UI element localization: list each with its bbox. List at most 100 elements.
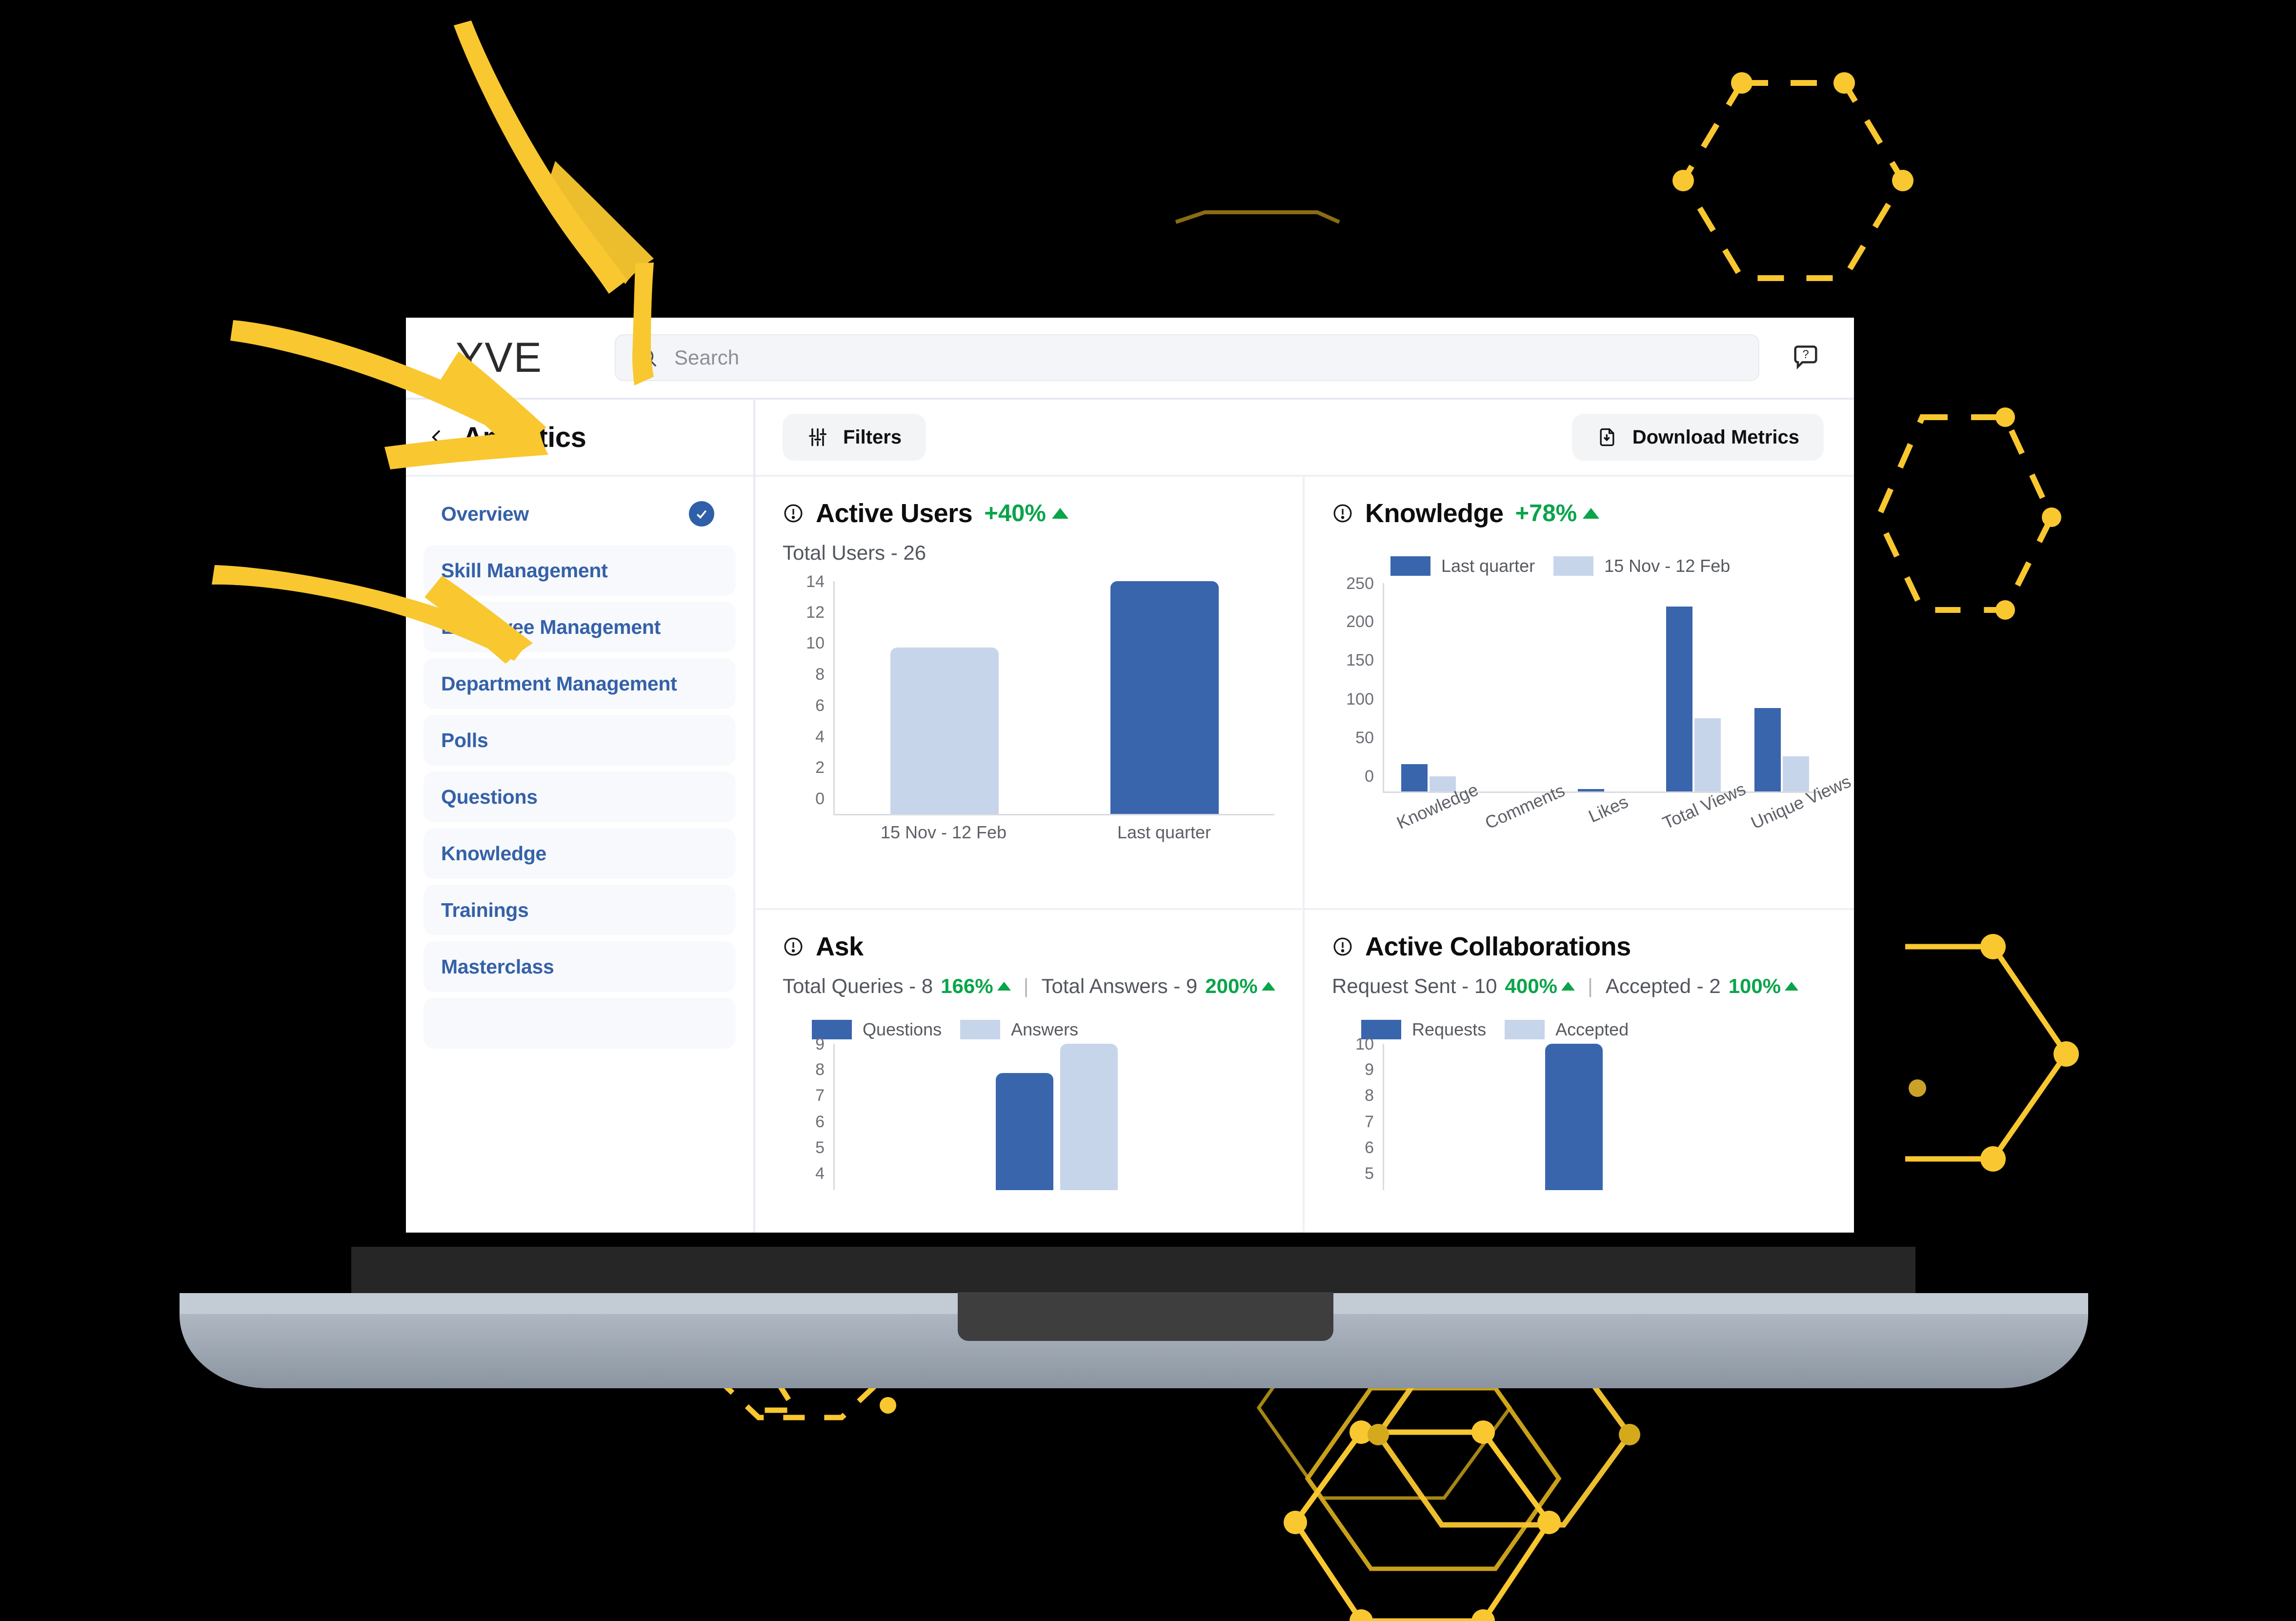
help-chat-icon: ? (1794, 345, 1817, 370)
bar-series (1384, 1044, 1826, 1190)
file-download-icon (1600, 428, 1614, 446)
status-badge: +40% (984, 500, 1068, 527)
stat-accepted-label: Accepted - 2 (1605, 974, 1721, 997)
chevron-left-icon[interactable] (427, 427, 447, 447)
y-axis: 14 12 10 8 6 4 2 0 (783, 573, 825, 815)
sidebar-item-label: Knowledge (441, 842, 546, 865)
content-toolbar: Filters Download Metrics (755, 400, 1854, 477)
delta-value: +40% (984, 500, 1046, 527)
panel-title: Active Collaborations (1365, 932, 1631, 961)
search-icon (638, 348, 657, 367)
analytics-app: YVE Search ? Analytics Overview Skill Ma… (406, 318, 1854, 1233)
sidebar-item-label: Department Management (441, 672, 677, 695)
bar (1782, 756, 1809, 791)
brand-logo[interactable]: YVE (406, 337, 587, 379)
legend-label: 15 Nov - 12 Feb (1604, 556, 1731, 576)
laptop-screen: YVE Search ? Analytics Overview Skill Ma… (406, 318, 1854, 1233)
panel-active-collaborations: Active Collaborations Request Sent - 10 … (1305, 910, 1854, 1233)
legend-label: Requests (1412, 1019, 1487, 1039)
bar (996, 1073, 1053, 1190)
y-axis-tick: 9 (1365, 1060, 1374, 1079)
y-axis-tick: 4 (815, 727, 825, 746)
legend-swatch (1505, 1020, 1545, 1039)
sidebar-item-partial[interactable] (423, 998, 736, 1049)
plot-area (833, 1044, 1274, 1190)
chart-knowledge: 250 200 150 100 50 0 Knowledge Comments Likes To… (1332, 575, 1854, 833)
legend-item: Requests (1361, 1019, 1486, 1040)
panel-subtitle: Total Users - 26 (783, 541, 1277, 565)
search-placeholder: Search (674, 346, 740, 369)
plot-area (833, 581, 1274, 815)
bar-group (1401, 583, 1456, 791)
bar (1754, 708, 1781, 791)
sidebar-item-department-management[interactable]: Department Management (423, 658, 736, 709)
sidebar-item-trainings[interactable]: Trainings (423, 885, 736, 935)
laptop-trackpad-notch (958, 1292, 1333, 1341)
sidebar-header: Analytics (406, 400, 753, 477)
svg-text:?: ? (1802, 348, 1809, 361)
main-content: Filters Download Metrics Active Users +4… (755, 400, 1854, 1233)
sidebar-item-overview[interactable]: Overview (423, 488, 736, 539)
sidebar-item-employee-management[interactable]: Employee Management (423, 602, 736, 652)
sidebar-item-masterclass[interactable]: Masterclass (423, 941, 736, 992)
bar-series (1384, 583, 1826, 791)
page-title: Analytics (463, 421, 586, 453)
sidebar-item-knowledge[interactable]: Knowledge (423, 828, 736, 879)
y-axis-tick: 9 (815, 1035, 825, 1054)
check-circle-icon (689, 501, 714, 527)
arrow-up-icon (1583, 508, 1600, 519)
sidebar-item-skill-management[interactable]: Skill Management (423, 545, 736, 596)
stat-divider: | (1023, 974, 1029, 997)
filters-button[interactable]: Filters (783, 414, 926, 461)
bar-group (1577, 583, 1632, 791)
legend-item: Answers (960, 1019, 1078, 1040)
legend-item: Last quarter (1390, 556, 1535, 576)
y-axis: 10 9 8 7 6 5 (1332, 1036, 1374, 1190)
panel-active-users: Active Users +40% Total Users - 26 14 12… (755, 477, 1305, 910)
y-axis-tick: 6 (1365, 1138, 1374, 1157)
y-axis-tick: 2 (815, 758, 825, 777)
sidebar-nav: Overview Skill Management Employee Manag… (406, 477, 753, 1049)
help-button[interactable]: ? (1787, 339, 1825, 377)
panel-title: Active Users (816, 499, 973, 528)
bar-group (1490, 583, 1544, 791)
y-axis-tick: 12 (806, 603, 825, 622)
search-input[interactable]: Search (615, 334, 1759, 381)
sidebar-item-questions[interactable]: Questions (423, 771, 736, 822)
y-axis: 9 8 7 6 5 4 (783, 1036, 825, 1190)
panel-title: Knowledge (1365, 499, 1504, 528)
panel-stats: Total Queries - 8 166% | Total Answers -… (783, 974, 1277, 998)
y-axis-tick: 10 (1355, 1035, 1374, 1054)
total-users-text: Total Users - 26 (783, 541, 926, 564)
y-axis-tick: 10 (806, 634, 825, 653)
y-axis-tick: 7 (815, 1086, 825, 1105)
y-axis-tick: 6 (815, 696, 825, 715)
bar-group (1666, 583, 1721, 791)
legend-swatch (960, 1020, 1001, 1039)
y-axis-tick: 14 (806, 572, 825, 591)
legend-label: Answers (1011, 1019, 1079, 1039)
panel-ask: Ask Total Queries - 8 166% | Total Answe… (755, 910, 1305, 1233)
stat-queries-pct: 166% (941, 974, 1011, 998)
bar-group (996, 1044, 1118, 1190)
y-axis-tick: 150 (1346, 651, 1374, 670)
legend-swatch (1553, 556, 1594, 576)
filters-label: Filters (843, 426, 902, 448)
y-axis-tick: 8 (815, 1060, 825, 1079)
arrow-up-icon (1785, 982, 1799, 991)
y-axis-tick: 0 (815, 789, 825, 808)
bar (1694, 718, 1721, 791)
panel-title: Ask (816, 932, 864, 961)
stat-requests-pct: 400% (1505, 974, 1575, 998)
chart-legend: Last quarter 15 Nov - 12 Feb (1332, 556, 1829, 576)
bar (1666, 606, 1692, 791)
x-axis-label: Last quarter (1117, 822, 1211, 842)
sidebar-item-label: Overview (441, 502, 529, 525)
y-axis-tick: 100 (1346, 689, 1374, 709)
download-metrics-button[interactable]: Download Metrics (1571, 414, 1824, 461)
bar-series (835, 1044, 1274, 1190)
sidebar-item-polls[interactable]: Polls (423, 715, 736, 766)
stat-requests-label: Request Sent - 10 (1332, 974, 1497, 997)
legend-swatch (1390, 556, 1430, 576)
sidebar-item-label: Masterclass (441, 955, 554, 978)
